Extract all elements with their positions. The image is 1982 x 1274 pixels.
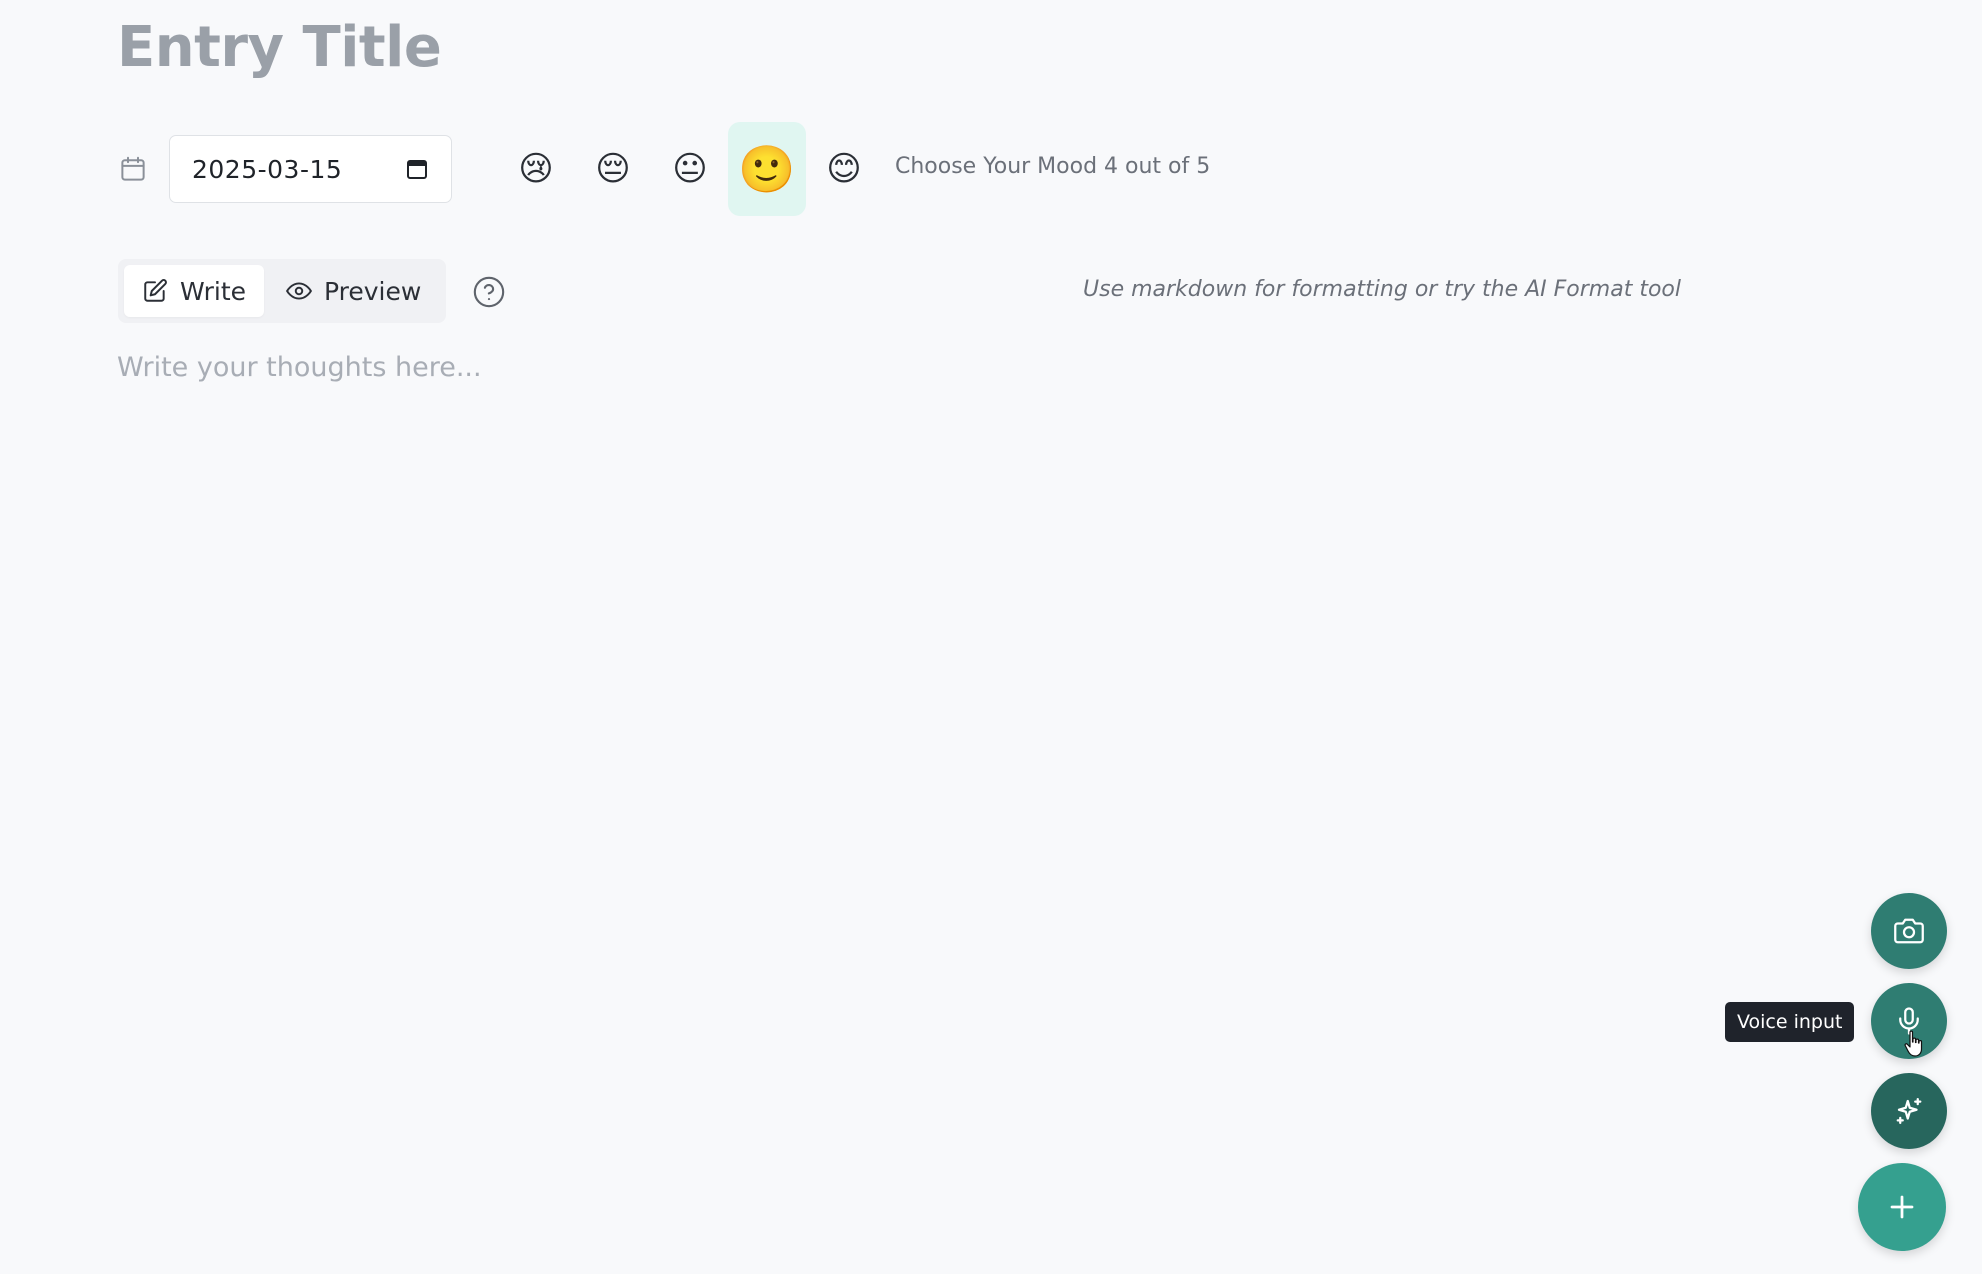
camera-icon	[1894, 918, 1924, 944]
mood-option-2[interactable]: 😔	[574, 122, 652, 216]
calendar-icon	[121, 156, 145, 181]
plus-icon	[1890, 1195, 1914, 1219]
help-icon[interactable]	[472, 275, 506, 309]
date-input[interactable]: 2025-03-15	[169, 135, 452, 203]
ai-format-button[interactable]	[1871, 1073, 1947, 1149]
eye-icon	[286, 282, 312, 300]
tab-preview-label: Preview	[324, 276, 422, 306]
add-button[interactable]	[1858, 1163, 1946, 1251]
sparkles-icon	[1896, 1098, 1922, 1124]
entry-title-input[interactable]: Entry Title	[117, 12, 442, 84]
mood-option-1[interactable]: 😢	[497, 122, 575, 216]
edit-icon	[144, 279, 167, 302]
editor-tabs: Write Preview	[118, 259, 446, 323]
mood-label: Choose Your Mood 4 out of 5	[895, 154, 1211, 179]
date-value: 2025-03-15	[192, 154, 343, 184]
hand-cursor-icon	[1904, 1030, 1923, 1057]
entry-content-editor[interactable]	[117, 352, 1677, 852]
mood-option-5[interactable]: 😊	[805, 122, 883, 216]
camera-button[interactable]	[1871, 893, 1947, 969]
tab-write-label: Write	[180, 276, 247, 306]
mood-option-4[interactable]: 🙂	[728, 122, 806, 216]
markdown-hint: Use markdown for formatting or try the A…	[1083, 277, 1681, 302]
date-picker-icon[interactable]	[405, 157, 429, 181]
journal-entry-page: Entry Title 2025-03-15 😢 😔 😐 🙂 😊 Choose …	[0, 0, 1982, 1274]
tab-preview[interactable]: Preview	[268, 265, 439, 317]
voice-input-tooltip: Voice input	[1725, 1002, 1855, 1042]
tab-write[interactable]: Write	[124, 265, 265, 317]
mood-option-3[interactable]: 😐	[651, 122, 729, 216]
